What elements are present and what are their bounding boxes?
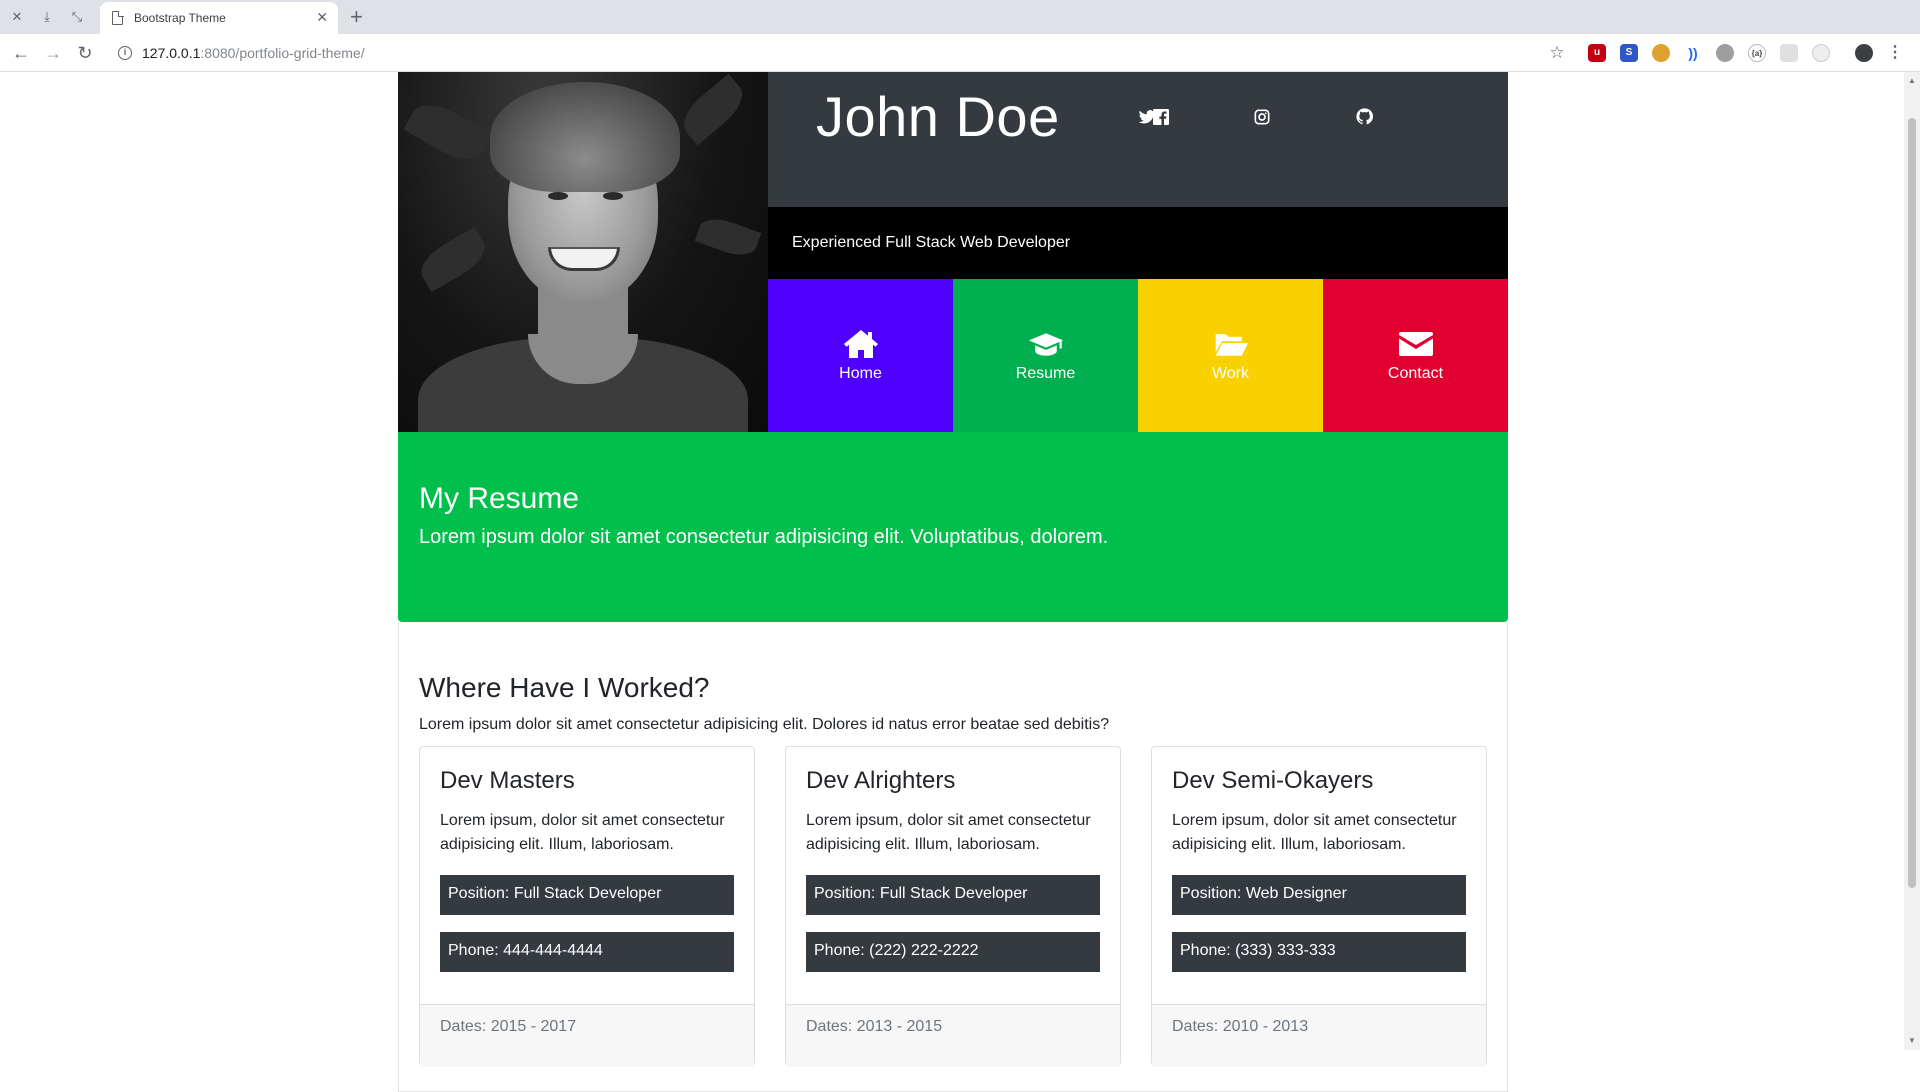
- new-tab-icon[interactable]: +: [350, 4, 363, 30]
- job-card-title: Dev Alrighters: [806, 767, 956, 794]
- tab-strip: ✕ ⤓ ⤡ Bootstrap Theme ✕ +: [0, 0, 1920, 34]
- name-bar: John Doe: [768, 72, 1508, 207]
- forward-icon[interactable]: →: [42, 42, 64, 64]
- browser-chrome: ✕ ⤓ ⤡ Bootstrap Theme ✕ + ← → ↻ i 127.0.…: [0, 0, 1920, 72]
- job-position: Position: Full Stack Developer: [806, 875, 1100, 915]
- nav-tile-label: Work: [1211, 364, 1250, 382]
- nav-tile-home[interactable]: Home: [768, 279, 953, 432]
- nav-tiles: Home Resume Work Contact: [768, 279, 1508, 432]
- braces-extension-icon[interactable]: {a}: [1748, 44, 1766, 62]
- job-position: Position: Web Designer: [1172, 875, 1466, 915]
- reload-icon[interactable]: ↻: [74, 42, 96, 64]
- browser-tab[interactable]: Bootstrap Theme ✕: [100, 2, 338, 34]
- job-card-text: Lorem ipsum, dolor sit amet consectetur …: [440, 812, 725, 853]
- hero-right-panel: John Doe Experienced Full Stack Web Deve…: [768, 72, 1508, 432]
- profile-avatar-icon[interactable]: [1855, 44, 1873, 62]
- work-history-section: Where Have I Worked? Lorem ipsum dolor s…: [398, 622, 1508, 1092]
- back-icon[interactable]: ←: [10, 42, 32, 64]
- portfolio-page: John Doe Experienced Full Stack Web Deve…: [398, 72, 1508, 1092]
- scroll-down-icon[interactable]: ▼: [1908, 1036, 1916, 1045]
- job-card-text: Lorem ipsum, dolor sit amet consectetur …: [806, 812, 1091, 853]
- tagline: Experienced Full Stack Web Developer: [792, 234, 1071, 251]
- page-title: John Doe: [816, 85, 1060, 148]
- job-card: Dev Masters Lorem ipsum, dolor sit amet …: [419, 746, 755, 1067]
- job-card-text: Lorem ipsum, dolor sit amet consectetur …: [1172, 812, 1457, 853]
- facebook-icon[interactable]: [1153, 109, 1169, 125]
- page-icon: [112, 10, 124, 25]
- job-dates: Dates: 2015 - 2017: [420, 1004, 754, 1067]
- nav-tile-resume[interactable]: Resume: [953, 279, 1138, 432]
- job-phone: Phone: (222) 222-2222: [806, 932, 1100, 972]
- nav-tile-work[interactable]: Work: [1138, 279, 1323, 432]
- graduation-cap-icon: [1028, 332, 1063, 356]
- envelope-icon: [1398, 331, 1433, 356]
- gray-extension-icon[interactable]: [1716, 44, 1734, 62]
- job-cards: Dev Masters Lorem ipsum, dolor sit amet …: [419, 746, 1487, 1067]
- circle-extension-icon[interactable]: [1812, 44, 1830, 62]
- address-bar[interactable]: i 127.0.0.1:8080/portfolio-grid-theme/: [108, 38, 1548, 68]
- resume-header: My Resume Lorem ipsum dolor sit amet con…: [398, 432, 1508, 622]
- nav-tile-contact[interactable]: Contact: [1323, 279, 1508, 432]
- instagram-icon[interactable]: [1254, 109, 1270, 125]
- job-phone: Phone: 444-444-4444: [440, 932, 734, 972]
- cookie-extension-icon[interactable]: [1652, 44, 1670, 62]
- url-text: 127.0.0.1:8080/portfolio-grid-theme/: [142, 45, 365, 61]
- nav-tile-label: Resume: [1015, 364, 1076, 382]
- menu-kebab-icon[interactable]: ⋮: [1886, 44, 1904, 62]
- job-card-title: Dev Masters: [440, 767, 575, 794]
- job-card: Dev Semi-Okayers Lorem ipsum, dolor sit …: [1151, 746, 1487, 1067]
- work-history-title: Where Have I Worked?: [419, 672, 710, 703]
- resume-lead: Lorem ipsum dolor sit amet consectetur a…: [419, 526, 1109, 548]
- resume-title: My Resume: [419, 482, 580, 515]
- job-card: Dev Alrighters Lorem ipsum, dolor sit am…: [785, 746, 1121, 1067]
- restore-window-icon[interactable]: ⤡: [68, 8, 86, 26]
- tab-close-icon[interactable]: ✕: [316, 9, 328, 26]
- job-card-title: Dev Semi-Okayers: [1172, 767, 1374, 794]
- job-phone: Phone: (333) 333-333: [1172, 932, 1466, 972]
- ublock-extension-icon[interactable]: u: [1588, 44, 1606, 62]
- tagline-bar: Experienced Full Stack Web Developer: [768, 207, 1508, 279]
- hero-section: John Doe Experienced Full Stack Web Deve…: [398, 72, 1508, 432]
- grid-extension-icon[interactable]: [1780, 44, 1798, 62]
- wave-extension-icon[interactable]: )): [1684, 44, 1702, 62]
- job-dates: Dates: 2013 - 2015: [786, 1004, 1120, 1067]
- folder-open-icon: [1215, 333, 1248, 356]
- s-extension-icon[interactable]: S: [1620, 44, 1638, 62]
- job-dates: Dates: 2010 - 2013: [1152, 1004, 1486, 1067]
- scroll-thumb[interactable]: [1908, 118, 1916, 888]
- profile-photo: [398, 72, 768, 432]
- scroll-up-icon[interactable]: ▲: [1908, 76, 1916, 85]
- nav-tile-label: Home: [839, 364, 882, 382]
- tab-title: Bootstrap Theme: [134, 11, 226, 25]
- browser-toolbar: ← → ↻ i 127.0.0.1:8080/portfolio-grid-th…: [0, 34, 1920, 72]
- work-history-text: Lorem ipsum dolor sit amet consectetur a…: [419, 716, 1110, 733]
- close-window-icon[interactable]: ✕: [8, 8, 26, 26]
- page-scrollbar[interactable]: ▲ ▼: [1904, 72, 1920, 1050]
- site-info-icon[interactable]: i: [118, 46, 132, 60]
- minimize-window-icon[interactable]: ⤓: [38, 8, 56, 26]
- bookmark-star-icon[interactable]: ☆: [1546, 42, 1568, 64]
- github-icon[interactable]: [1356, 108, 1373, 125]
- home-icon: [843, 329, 878, 358]
- nav-tile-label: Contact: [1387, 364, 1444, 382]
- job-position: Position: Full Stack Developer: [440, 875, 734, 915]
